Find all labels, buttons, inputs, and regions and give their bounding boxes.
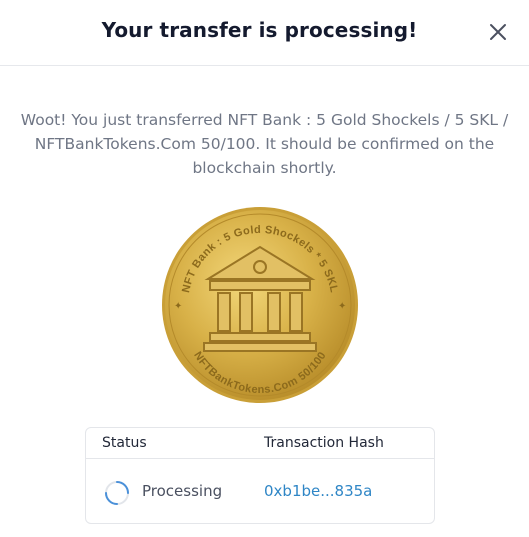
- svg-text:✦: ✦: [338, 301, 346, 312]
- column-header-status: Status: [102, 435, 147, 451]
- spinner-icon: [104, 480, 130, 506]
- transaction-hash-link[interactable]: 0xb1be...835a: [264, 482, 372, 500]
- dialog-title: Your transfer is processing!: [101, 18, 418, 42]
- token-coin-image: NFT Bank : 5 Gold Shockels * 5 SKL NFTBa…: [160, 205, 360, 405]
- status-value: Processing: [142, 482, 223, 500]
- transfer-dialog: Your transfer is processing! Woot! You j…: [0, 0, 529, 537]
- dialog-header: Your transfer is processing!: [0, 0, 529, 66]
- close-icon: [490, 24, 506, 40]
- transfer-message: Woot! You just transferred NFT Bank : 5 …: [20, 111, 509, 177]
- transaction-table: Status Transaction Hash Processing 0xb1b…: [85, 427, 435, 524]
- close-button[interactable]: [486, 20, 510, 44]
- table-header: Status Transaction Hash: [86, 428, 434, 459]
- svg-text:✦: ✦: [174, 301, 182, 312]
- column-header-hash: Transaction Hash: [264, 435, 384, 451]
